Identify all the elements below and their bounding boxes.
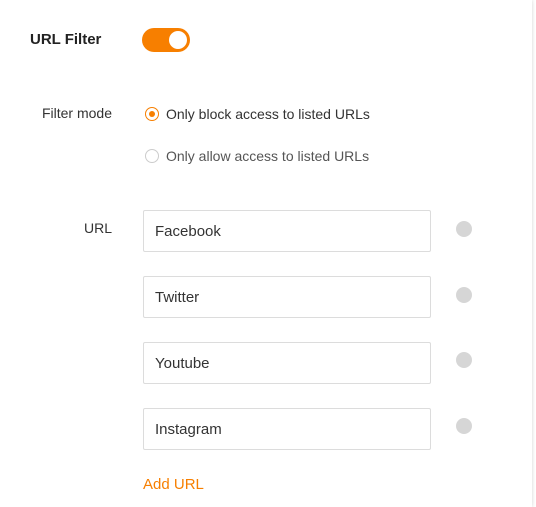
remove-url-icon[interactable] (456, 418, 472, 434)
url-input-2[interactable] (143, 276, 431, 318)
url-label: URL (83, 220, 112, 236)
toggle-knob (169, 31, 187, 49)
url-filter-panel: URL Filter Filter mode Only block access… (0, 0, 532, 507)
url-input-4[interactable] (143, 408, 431, 450)
filter-mode-option-allow[interactable]: Only allow access to listed URLs (145, 147, 369, 165)
url-input-1[interactable] (143, 210, 431, 252)
url-filter-toggle[interactable] (142, 28, 190, 52)
add-url-link[interactable]: Add URL (143, 475, 204, 495)
remove-url-icon[interactable] (456, 352, 472, 368)
url-input-3[interactable] (143, 342, 431, 384)
filter-mode-option-block[interactable]: Only block access to listed URLs (145, 105, 370, 123)
filter-mode-option-label: Only block access to listed URLs (166, 106, 370, 122)
url-filter-title: URL Filter (30, 31, 102, 48)
remove-url-icon[interactable] (456, 287, 472, 303)
radio-checked-icon[interactable] (145, 107, 159, 121)
filter-mode-option-label: Only allow access to listed URLs (166, 148, 370, 164)
filter-mode-label: Filter mode (41, 105, 112, 121)
remove-url-icon[interactable] (456, 221, 472, 237)
radio-unchecked-icon[interactable] (145, 149, 159, 163)
